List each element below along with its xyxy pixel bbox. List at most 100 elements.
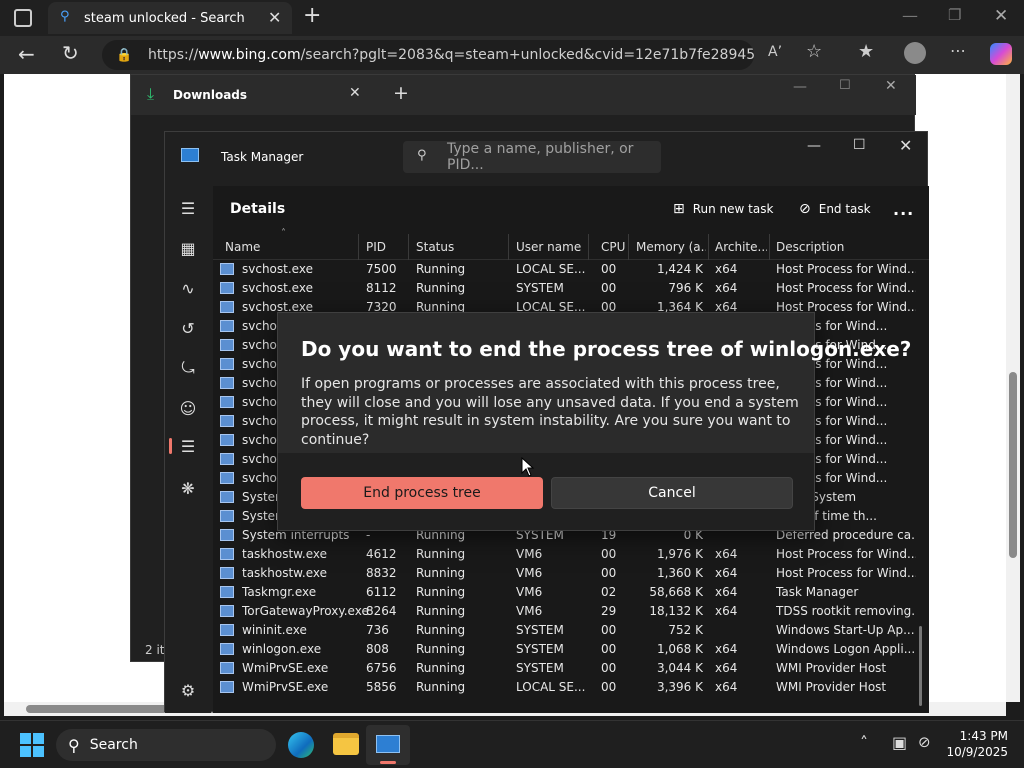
performance-icon[interactable]: ∿ xyxy=(165,272,211,304)
table-row[interactable]: wininit.exe 736 Running SYSTEM 00 752 K Window… xyxy=(213,621,929,640)
history-icon[interactable]: ↺ xyxy=(165,312,211,344)
column-header-user[interactable]: User name xyxy=(516,240,581,254)
minimize-icon[interactable]: — xyxy=(807,138,821,154)
maximize-icon[interactable]: ☐ xyxy=(839,78,851,93)
task-manager-taskbar-icon[interactable] xyxy=(366,725,410,765)
cell-memory: 752 K xyxy=(668,623,703,637)
column-separator[interactable] xyxy=(358,234,359,260)
back-icon[interactable]: ← xyxy=(18,42,35,66)
cell-cpu: 00 xyxy=(601,281,617,295)
process-icon xyxy=(220,681,234,693)
search-icon: ⚲ xyxy=(60,9,70,24)
table-row[interactable]: winlogon.exe 808 Running SYSTEM 00 1,068 K x64… xyxy=(213,640,929,659)
taskbar-search[interactable]: ⚲ Search xyxy=(56,729,276,761)
minimize-icon[interactable]: — xyxy=(902,6,918,25)
cell-name: svchost.exe xyxy=(242,281,313,295)
vertical-scrollbar[interactable] xyxy=(1006,74,1020,702)
column-separator[interactable] xyxy=(769,234,770,260)
cancel-button[interactable]: Cancel xyxy=(551,477,793,509)
table-row[interactable]: Taskmgr.exe 6112 Running VM6 02 58,668 K x64 Ta… xyxy=(213,583,929,602)
cell-description: WMI Provider Host xyxy=(776,680,887,694)
maximize-icon[interactable]: ❐ xyxy=(948,6,961,24)
tab-title: steam unlocked - Search xyxy=(84,10,245,26)
chevron-up-icon[interactable]: ˄ xyxy=(860,733,868,752)
process-icon xyxy=(220,510,234,522)
details-icon[interactable]: ☰ xyxy=(165,430,211,462)
cell-arch: x64 xyxy=(715,585,738,599)
scroll-thumb[interactable] xyxy=(1009,372,1017,558)
search-placeholder: Type a name, publisher, or PID... xyxy=(447,141,634,173)
process-search-input[interactable]: ⚲ Type a name, publisher, or PID... xyxy=(403,141,661,173)
profile-icon[interactable] xyxy=(904,42,926,64)
read-aloud-icon[interactable]: A’ xyxy=(768,44,782,60)
run-new-task-button[interactable]: ⊞ Run new task xyxy=(673,196,773,222)
column-separator[interactable] xyxy=(628,234,629,260)
table-row[interactable]: TorGatewayProxy.exe 8264 Running VM6 29 18,13… xyxy=(213,602,929,621)
column-separator[interactable] xyxy=(408,234,409,260)
column-header-status[interactable]: Status xyxy=(416,240,454,254)
clock-time: 1:43 PM xyxy=(959,729,1008,743)
close-icon[interactable]: ✕ xyxy=(899,136,912,155)
users-icon[interactable]: ☺ xyxy=(165,392,211,424)
table-row[interactable]: svchost.exe 8112 Running SYSTEM 00 796 K x64 Ho… xyxy=(213,279,929,298)
end-process-tree-button[interactable]: End process tree xyxy=(301,477,543,509)
column-header-description[interactable]: Description xyxy=(776,240,844,254)
edge-icon[interactable] xyxy=(288,732,314,758)
close-icon[interactable]: ✕ xyxy=(994,6,1008,26)
more-icon[interactable]: ⋯ xyxy=(950,41,966,60)
settings-icon[interactable]: ⚙ xyxy=(165,674,211,706)
table-row[interactable]: WmiPrvSE.exe 5856 Running LOCAL SE... 00 3,39… xyxy=(213,678,929,697)
more-icon[interactable]: ... xyxy=(893,196,914,222)
refresh-icon[interactable]: ↻ xyxy=(62,41,79,65)
url-field[interactable]: 🔒 https://www.bing.com/search?pglt=2083&… xyxy=(102,40,754,70)
column-header-pid[interactable]: PID xyxy=(366,240,386,254)
cell-cpu: 00 xyxy=(601,661,617,675)
startup-icon[interactable]: ⤿ xyxy=(165,352,211,384)
close-icon[interactable]: ✕ xyxy=(268,8,281,27)
cell-status: Running xyxy=(416,547,466,561)
table-row[interactable]: svchost.exe 7500 Running LOCAL SE... 00 1,424… xyxy=(213,260,929,279)
favorites-icon[interactable]: ★ xyxy=(858,41,874,62)
column-header-name[interactable]: Name xyxy=(225,240,260,254)
clock-date: 10/9/2025 xyxy=(946,745,1008,759)
cell-user: SYSTEM xyxy=(516,623,564,637)
task-manager-sidebar: ☰ ▦ ∿ ↺ ⤿ ☺ ☰ ❋ ⚙ xyxy=(165,186,211,713)
process-icon xyxy=(220,529,234,541)
end-task-button[interactable]: ⊘ End task xyxy=(799,196,871,222)
cell-cpu: 00 xyxy=(601,566,617,580)
column-header-memory[interactable]: Memory (a... xyxy=(636,240,706,254)
network-icon[interactable]: ▣ xyxy=(892,733,907,752)
column-separator[interactable] xyxy=(508,234,509,260)
minimize-icon[interactable]: — xyxy=(793,79,807,95)
close-icon[interactable]: ✕ xyxy=(885,78,897,94)
system-clock[interactable]: 1:43 PM 10/9/2025 xyxy=(946,728,1008,760)
maximize-icon[interactable]: ☐ xyxy=(853,137,866,153)
list-scrollbar[interactable] xyxy=(919,626,922,706)
star-icon[interactable]: ☆ xyxy=(806,41,822,62)
cell-cpu: 00 xyxy=(601,623,617,637)
table-row[interactable]: taskhostw.exe 4612 Running VM6 00 1,976 K x64 H… xyxy=(213,545,929,564)
processes-icon[interactable]: ▦ xyxy=(165,232,211,264)
cell-memory: 1,068 K xyxy=(656,642,703,656)
browser-tab-active[interactable]: ⚲ steam unlocked - Search ✕ xyxy=(48,2,292,34)
column-separator[interactable] xyxy=(708,234,709,260)
cell-name: taskhostw.exe xyxy=(242,566,327,580)
plus-icon[interactable]: + xyxy=(393,82,409,104)
services-icon[interactable]: ❋ xyxy=(165,472,211,504)
plus-icon[interactable]: + xyxy=(303,3,321,28)
section-title: Details xyxy=(230,201,286,217)
hamburger-icon[interactable]: ☰ xyxy=(165,192,211,224)
close-icon[interactable]: ✕ xyxy=(349,85,361,101)
volume-icon[interactable]: ⊘ xyxy=(918,733,931,751)
cell-description: WMI Provider Host xyxy=(776,661,887,675)
sidebar-icon[interactable] xyxy=(14,9,32,27)
column-header-cpu[interactable]: CPU xyxy=(601,240,625,254)
column-separator[interactable] xyxy=(588,234,589,260)
file-explorer-icon[interactable] xyxy=(333,733,359,755)
copilot-icon[interactable] xyxy=(990,43,1012,65)
process-icon xyxy=(220,472,234,484)
column-header-architecture[interactable]: Archite... xyxy=(715,240,767,254)
windows-start-icon[interactable] xyxy=(20,733,44,757)
table-row[interactable]: WmiPrvSE.exe 6756 Running SYSTEM 00 3,044 K x6… xyxy=(213,659,929,678)
table-row[interactable]: taskhostw.exe 8832 Running VM6 00 1,360 K x64 H… xyxy=(213,564,929,583)
